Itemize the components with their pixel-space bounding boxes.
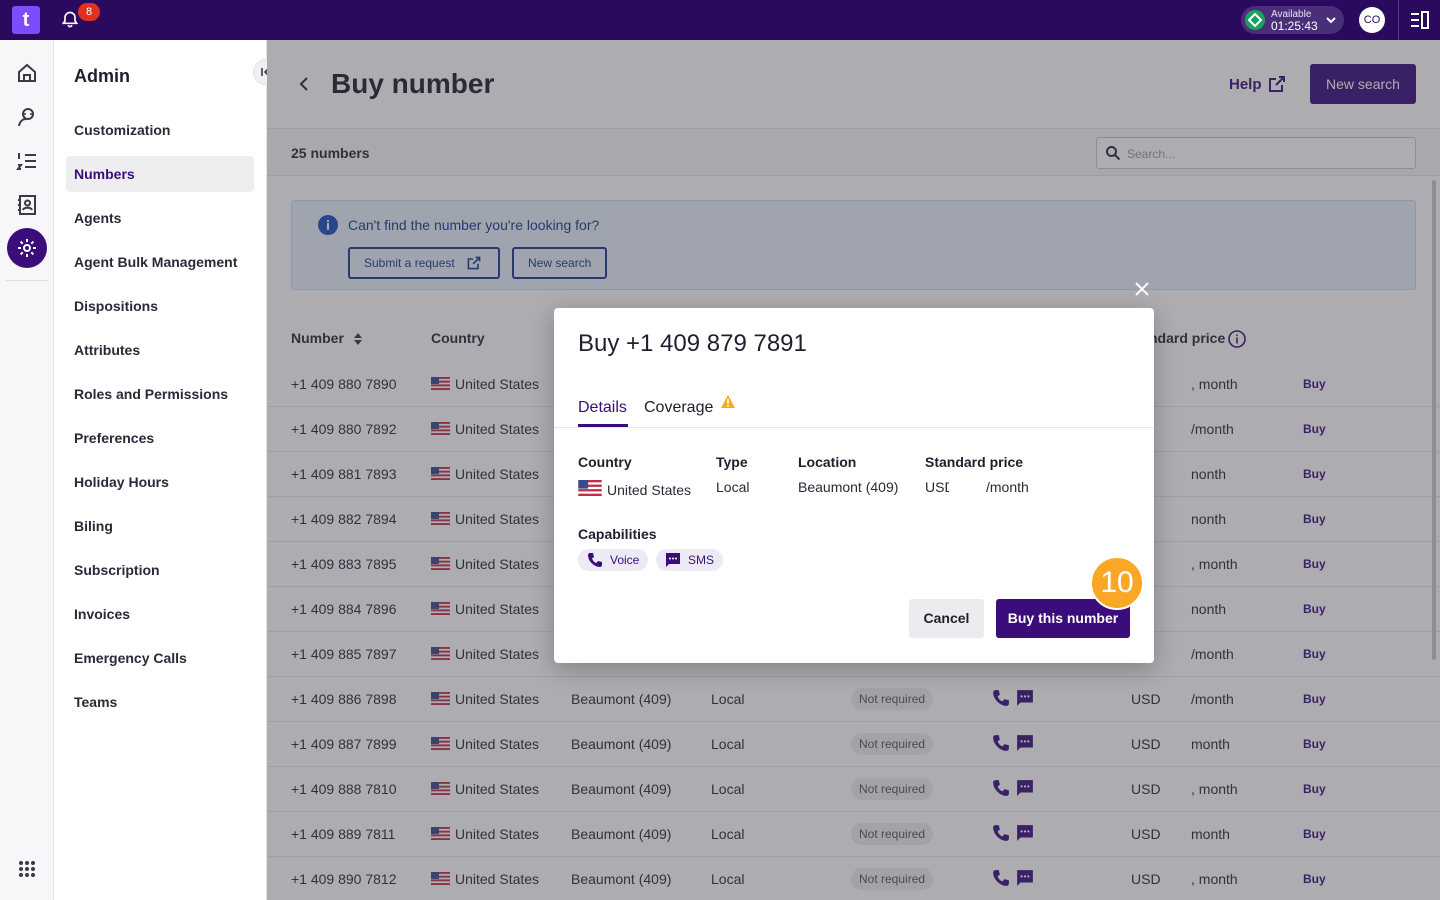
sidebar-item-dispositions[interactable]: Dispositions — [66, 288, 254, 324]
sidebar-item-attributes[interactable]: Attributes — [66, 332, 254, 368]
warning-icon — [721, 395, 735, 408]
gear-icon — [18, 239, 36, 257]
voice-label: Voice — [610, 553, 640, 567]
price-label: Standard price — [925, 454, 1024, 470]
sidebar-item-emergency-calls[interactable]: Emergency Calls — [66, 640, 254, 676]
step-number-badge: 10 — [1090, 556, 1144, 610]
topbar-divider — [1398, 0, 1399, 40]
list-icon[interactable] — [14, 148, 40, 174]
user-avatar[interactable]: CO — [1359, 7, 1385, 33]
sidebar-item-invoices[interactable]: Invoices — [66, 596, 254, 632]
close-icon[interactable] — [1133, 280, 1151, 298]
type-value: Local — [716, 479, 750, 495]
availability-selector[interactable]: Available 01:25:43 — [1241, 6, 1344, 34]
sms-label: SMS — [688, 553, 715, 567]
us-flag-icon — [578, 480, 602, 496]
sidebar-item-customization[interactable]: Customization — [66, 112, 254, 148]
settings-nav-active[interactable] — [7, 228, 47, 268]
notification-badge: 8 — [78, 3, 100, 21]
price-unit: /month — [986, 479, 1029, 495]
sms-icon — [666, 553, 680, 567]
tab-coverage[interactable]: Coverage — [644, 399, 713, 417]
buy-number-modal: Buy +1 409 879 7891 Details Coverage Cou… — [554, 308, 1154, 663]
sidebar-item-holiday-hours[interactable]: Holiday Hours — [66, 464, 254, 500]
top-bar: t 8 Available 01:25:43 CO — [0, 0, 1440, 40]
sidebar-item-teams[interactable]: Teams — [66, 684, 254, 720]
sidebar-item-preferences[interactable]: Preferences — [66, 420, 254, 456]
tab-divider — [554, 427, 1154, 428]
price-currency: USD — [925, 479, 949, 495]
sidebar-item-subscription[interactable]: Subscription — [66, 552, 254, 588]
capabilities-label: Capabilities — [578, 526, 657, 542]
home-icon[interactable] — [14, 60, 40, 86]
agent-headset-icon[interactable] — [14, 104, 40, 130]
chevron-down-icon — [1326, 17, 1336, 24]
sidebar-title: Admin — [74, 66, 130, 86]
voice-capability-chip: Voice — [578, 549, 649, 571]
bell-icon[interactable] — [60, 10, 80, 30]
sidebar-item-biling[interactable]: Biling — [66, 508, 254, 544]
sidebar-item-roles-and-permissions[interactable]: Roles and Permissions — [66, 376, 254, 412]
status-timer: 01:25:43 — [1271, 19, 1318, 33]
phone-icon — [588, 553, 602, 567]
sidebar-item-numbers[interactable]: Numbers — [66, 156, 254, 192]
location-label: Location — [798, 454, 857, 470]
apps-grid-icon[interactable] — [18, 860, 36, 878]
contacts-icon[interactable] — [14, 192, 40, 218]
app-logo[interactable]: t — [12, 6, 40, 34]
sidebar-item-agents[interactable]: Agents — [66, 200, 254, 236]
country-value: United States — [578, 480, 691, 498]
country-label: Country — [578, 454, 632, 470]
tab-details[interactable]: Details — [578, 399, 627, 417]
location-value: Beaumont (409) — [798, 479, 899, 495]
admin-sidebar: Admin Customization Numbers Agents Agent Bu… — [54, 40, 279, 900]
rail-divider — [6, 280, 48, 281]
modal-title: Buy +1 409 879 7891 — [578, 330, 807, 357]
sidebar-item-agent-bulk-management[interactable]: Agent Bulk Management — [66, 244, 254, 280]
available-status-icon — [1245, 10, 1265, 30]
side-panel-icon[interactable] — [1410, 10, 1430, 30]
cancel-button[interactable]: Cancel — [909, 599, 984, 638]
type-label: Type — [716, 454, 748, 470]
sms-capability-chip: SMS — [656, 549, 724, 571]
nav-rail — [0, 40, 54, 900]
country-value-text: United States — [607, 482, 692, 498]
